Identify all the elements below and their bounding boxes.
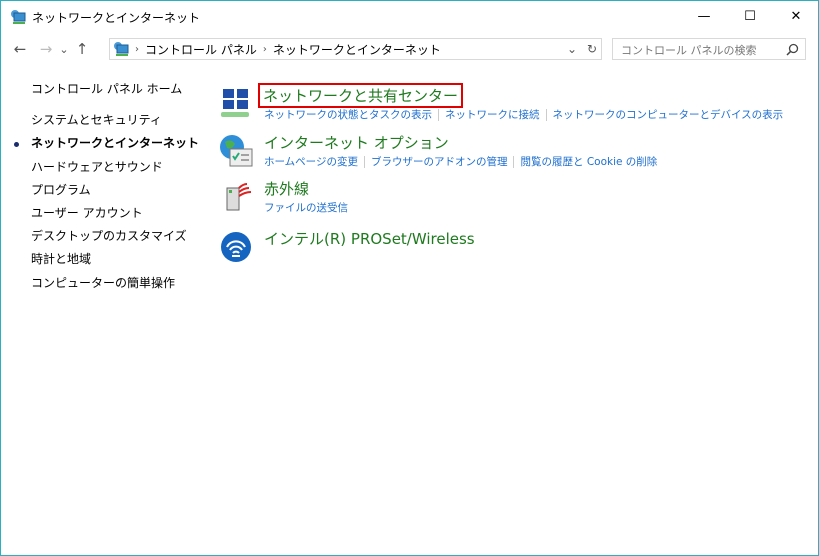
minimize-button[interactable]: — xyxy=(681,1,727,32)
infrared-icon xyxy=(226,183,252,211)
wireless-icon xyxy=(221,232,251,262)
recent-locations-button[interactable]: ⌄ xyxy=(57,43,71,56)
network-sharing-center-link[interactable]: ネットワークと共有センター xyxy=(257,83,464,108)
internet-options-link[interactable]: インターネット オプション xyxy=(264,132,449,153)
refresh-button[interactable]: ↻ xyxy=(587,42,597,56)
up-button[interactable]: ↑ xyxy=(71,40,93,58)
title-bar: ネットワークとインターネット — ☐ ✕ xyxy=(1,1,818,33)
window: ネットワークとインターネット — ☐ ✕ ← → ⌄ ↑ › コントロール パネ… xyxy=(0,0,819,556)
window-title: ネットワークとインターネット xyxy=(32,11,201,25)
sidebar-item-home[interactable]: コントロール パネル ホーム xyxy=(31,81,199,104)
sidebar-item-personalization[interactable]: デスクトップのカスタマイズ xyxy=(31,228,199,251)
sidebar-item-system-security[interactable]: システムとセキュリティ xyxy=(31,112,199,135)
network-icon xyxy=(114,42,129,56)
infrared-link[interactable]: 赤外線 xyxy=(264,178,309,199)
sidebar-item-programs[interactable]: プログラム xyxy=(31,182,199,205)
divider xyxy=(513,156,515,168)
intel-proset-wireless-link[interactable]: インテル(R) PROSet/Wireless xyxy=(264,228,475,249)
view-network-status-link[interactable]: ネットワークの状態とタスクの表示 xyxy=(264,109,432,121)
send-receive-files-link[interactable]: ファイルの送受信 xyxy=(264,202,348,214)
search-placeholder: コントロール パネルの検索 xyxy=(621,44,757,57)
sidebar-item-ease-of-access[interactable]: コンピューターの簡単操作 xyxy=(31,275,199,298)
network-share-icon xyxy=(221,89,249,117)
address-bar[interactable]: › コントロール パネル › ネットワークとインターネット ⌄ ↻ xyxy=(109,38,602,60)
divider xyxy=(438,109,439,121)
chevron-right-icon: › xyxy=(135,43,139,55)
change-homepage-link[interactable]: ホームページの変更 xyxy=(264,156,358,168)
sidebar-item-user-accounts[interactable]: ユーザー アカウント xyxy=(31,205,199,228)
search-input[interactable]: コントロール パネルの検索 xyxy=(612,38,806,60)
divider xyxy=(545,109,547,121)
address-dropdown-button[interactable]: ⌄ xyxy=(567,42,577,56)
sidebar: コントロール パネル ホーム システムとセキュリティ ネットワークとインターネッ… xyxy=(13,81,199,298)
connect-network-link[interactable]: ネットワークに接続 xyxy=(445,109,540,121)
view-network-computers-link[interactable]: ネットワークのコンピューターとデバイスの表示 xyxy=(553,109,784,121)
sidebar-item-clock-region[interactable]: 時計と地域 xyxy=(31,251,199,274)
forward-button[interactable]: → xyxy=(35,40,57,58)
breadcrumb-network[interactable]: ネットワークとインターネット xyxy=(273,41,441,58)
internet-options-icon xyxy=(220,135,253,167)
navigation-buttons: ← → ⌄ ↑ xyxy=(9,38,93,60)
back-button[interactable]: ← xyxy=(9,40,31,58)
maximize-button[interactable]: ☐ xyxy=(727,1,773,32)
sidebar-item-hardware[interactable]: ハードウェアとサウンド xyxy=(31,159,199,182)
network-icon xyxy=(11,10,26,24)
chevron-right-icon: › xyxy=(262,43,267,55)
search-icon[interactable] xyxy=(786,43,799,56)
close-button[interactable]: ✕ xyxy=(773,1,819,32)
divider xyxy=(363,156,365,168)
breadcrumb-control-panel[interactable]: コントロール パネル xyxy=(145,41,257,58)
sidebar-item-network[interactable]: ネットワークとインターネット xyxy=(13,135,199,158)
manage-addons-link[interactable]: ブラウザーのアドオンの管理 xyxy=(371,156,508,168)
delete-history-link[interactable]: 閲覧の履歴と Cookie の削除 xyxy=(520,156,657,168)
